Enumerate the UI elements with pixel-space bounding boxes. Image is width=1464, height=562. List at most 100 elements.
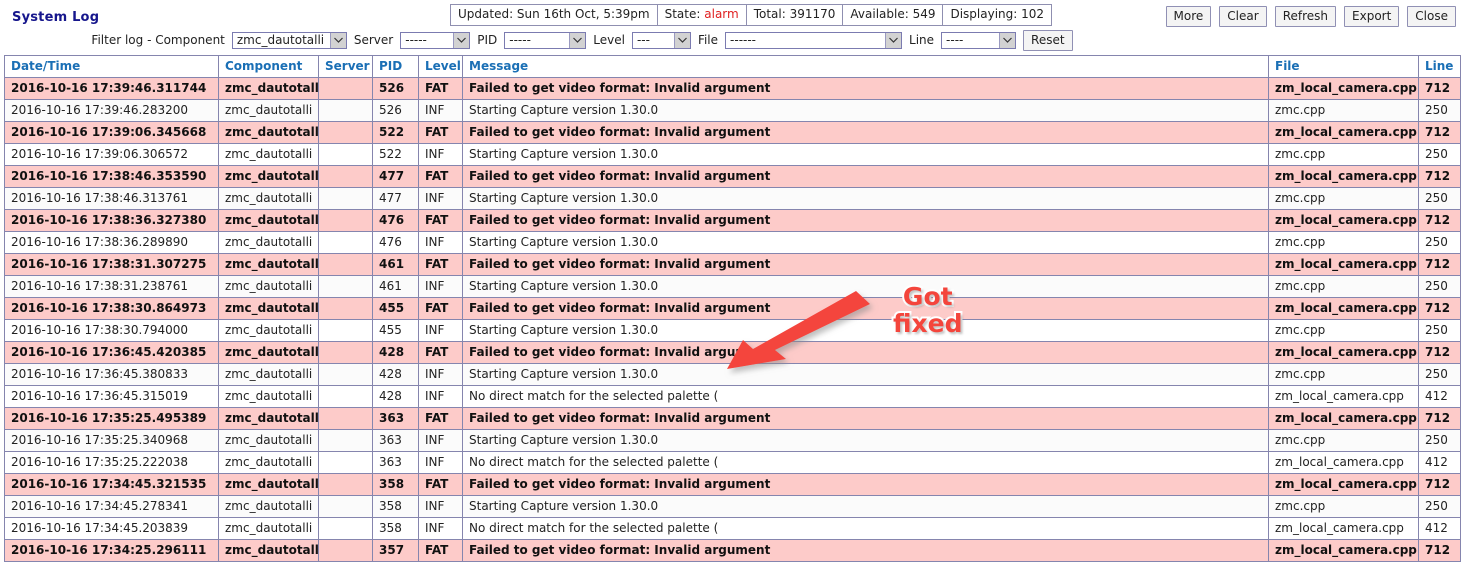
table-row[interactable]: 2016-10-16 17:39:46.311744 zmc_dautotalli… [4, 77, 1461, 100]
table-row[interactable]: 2016-10-16 17:38:31.307275 zmc_dautotalli… [4, 253, 1461, 276]
clear-button[interactable]: Clear [1219, 6, 1267, 27]
cell-component: zmc_dautotalli [218, 385, 319, 408]
cell-level: INF [418, 451, 463, 474]
cell-server [318, 473, 373, 496]
cell-server [318, 121, 373, 144]
column-header-pid[interactable]: PID [372, 55, 419, 78]
table-row[interactable]: 2016-10-16 17:38:30.864973 zmc_dautotalli… [4, 297, 1461, 320]
cell-pid: 363 [372, 429, 419, 452]
page-title: System Log [12, 10, 100, 25]
refresh-button[interactable]: Refresh [1274, 6, 1337, 27]
cell-datetime: 2016-10-16 17:34:45.278341 [4, 495, 219, 518]
table-row[interactable]: 2016-10-16 17:38:30.794000 zmc_dautotalli… [4, 319, 1461, 342]
cell-component: zmc_dautotalli [218, 275, 319, 298]
cell-datetime: 2016-10-16 17:38:36.327380 [4, 209, 219, 232]
cell-message: Failed to get video format: Invalid argu… [462, 253, 1269, 276]
column-header-file[interactable]: File [1268, 55, 1419, 78]
cell-pid: 477 [372, 165, 419, 188]
cell-datetime: 2016-10-16 17:34:45.321535 [4, 473, 219, 496]
status-total: Total: 391170 [747, 5, 844, 25]
cell-pid: 522 [372, 143, 419, 166]
table-row[interactable]: 2016-10-16 17:36:45.420385 zmc_dautotalli… [4, 341, 1461, 364]
cell-server [318, 495, 373, 518]
cell-pid: 358 [372, 495, 419, 518]
column-header-datetime[interactable]: Date/Time [4, 55, 219, 78]
table-row[interactable]: 2016-10-16 17:39:06.306572 zmc_dautotalli… [4, 143, 1461, 166]
cell-server [318, 385, 373, 408]
export-button[interactable]: Export [1344, 6, 1400, 27]
table-body: 2016-10-16 17:39:46.311744 zmc_dautotalli… [4, 77, 1461, 562]
table-row[interactable]: 2016-10-16 17:38:46.313761 zmc_dautotalli… [4, 187, 1461, 210]
cell-file: zm_local_camera.cpp [1268, 539, 1419, 562]
level-filter-label: Level [593, 33, 625, 47]
column-header-line[interactable]: Line [1418, 55, 1461, 78]
cell-server [318, 187, 373, 210]
table-row[interactable]: 2016-10-16 17:34:25.296111 zmc_dautotalli… [4, 539, 1461, 562]
cell-message: Failed to get video format: Invalid argu… [462, 407, 1269, 430]
table-row[interactable]: 2016-10-16 17:34:45.278341 zmc_dautotalli… [4, 495, 1461, 518]
table-row[interactable]: 2016-10-16 17:38:31.238761 zmc_dautotalli… [4, 275, 1461, 298]
cell-datetime: 2016-10-16 17:36:45.420385 [4, 341, 219, 364]
component-filter-select[interactable]: zmc_dautotalli [231, 31, 347, 49]
table-row[interactable]: 2016-10-16 17:38:36.289890 zmc_dautotalli… [4, 231, 1461, 254]
server-filter-select[interactable]: ----- [400, 31, 471, 49]
cell-pid: 526 [372, 77, 419, 100]
component-filter-value: zmc_dautotalli [236, 33, 325, 47]
cell-component: zmc_dautotalli [218, 517, 319, 540]
cell-component: zmc_dautotalli [218, 121, 319, 144]
table-row[interactable]: 2016-10-16 17:34:45.203839 zmc_dautotalli… [4, 517, 1461, 540]
table-row[interactable]: 2016-10-16 17:39:06.345668 zmc_dautotalli… [4, 121, 1461, 144]
cell-datetime: 2016-10-16 17:36:45.380833 [4, 363, 219, 386]
cell-level: FAT [418, 473, 463, 496]
cell-line: 712 [1418, 253, 1461, 276]
column-header-component[interactable]: Component [218, 55, 319, 78]
column-header-message[interactable]: Message [462, 55, 1269, 78]
cell-pid: 455 [372, 297, 419, 320]
close-button[interactable]: Close [1407, 6, 1456, 27]
cell-server [318, 517, 373, 540]
reset-button[interactable]: Reset [1023, 29, 1073, 51]
chevron-down-icon [453, 32, 470, 48]
cell-line: 250 [1418, 275, 1461, 298]
column-header-server[interactable]: Server [318, 55, 373, 78]
line-filter-select[interactable]: ---- [941, 31, 1017, 49]
cell-message: Failed to get video format: Invalid argu… [462, 473, 1269, 496]
more-button[interactable]: More [1165, 6, 1212, 27]
level-filter-select[interactable]: --- [631, 31, 691, 49]
table-row[interactable]: 2016-10-16 17:38:36.327380 zmc_dautotalli… [4, 209, 1461, 232]
cell-level: INF [418, 275, 463, 298]
cell-datetime: 2016-10-16 17:39:06.345668 [4, 121, 219, 144]
file-filter-select[interactable]: ------ [725, 31, 903, 49]
cell-line: 250 [1418, 363, 1461, 386]
table-row[interactable]: 2016-10-16 17:34:45.321535 zmc_dautotalli… [4, 473, 1461, 496]
chevron-down-icon [673, 32, 690, 48]
status-state-label: State: [664, 7, 701, 21]
table-row[interactable]: 2016-10-16 17:35:25.222038 zmc_dautotalli… [4, 451, 1461, 474]
cell-datetime: 2016-10-16 17:38:31.307275 [4, 253, 219, 276]
cell-message: Starting Capture version 1.30.0 [462, 187, 1269, 210]
table-row[interactable]: 2016-10-16 17:35:25.495389 zmc_dautotalli… [4, 407, 1461, 430]
pid-filter-select[interactable]: ----- [504, 31, 587, 49]
pid-filter-label: PID [477, 33, 498, 47]
cell-pid: 428 [372, 385, 419, 408]
status-state-value: alarm [704, 7, 739, 21]
cell-message: Failed to get video format: Invalid argu… [462, 209, 1269, 232]
table-row[interactable]: 2016-10-16 17:35:25.340968 zmc_dautotalli… [4, 429, 1461, 452]
cell-file: zm_local_camera.cpp [1268, 253, 1419, 276]
column-header-level[interactable]: Level [418, 55, 463, 78]
cell-message: Failed to get video format: Invalid argu… [462, 165, 1269, 188]
table-header-row: Date/Time Component Server PID Level Mes… [4, 55, 1461, 78]
cell-line: 250 [1418, 319, 1461, 342]
table-row[interactable]: 2016-10-16 17:39:46.283200 zmc_dautotalli… [4, 99, 1461, 122]
table-row[interactable]: 2016-10-16 17:38:46.353590 zmc_dautotalli… [4, 165, 1461, 188]
cell-message: Starting Capture version 1.30.0 [462, 363, 1269, 386]
chevron-down-icon [569, 32, 586, 48]
cell-server [318, 165, 373, 188]
table-header: Date/Time Component Server PID Level Mes… [4, 55, 1461, 78]
table-row[interactable]: 2016-10-16 17:36:45.380833 zmc_dautotalli… [4, 363, 1461, 386]
cell-datetime: 2016-10-16 17:38:31.238761 [4, 275, 219, 298]
cell-component: zmc_dautotalli [218, 253, 319, 276]
cell-file: zm_local_camera.cpp [1268, 407, 1419, 430]
cell-file: zm_local_camera.cpp [1268, 385, 1419, 408]
table-row[interactable]: 2016-10-16 17:36:45.315019 zmc_dautotalli… [4, 385, 1461, 408]
